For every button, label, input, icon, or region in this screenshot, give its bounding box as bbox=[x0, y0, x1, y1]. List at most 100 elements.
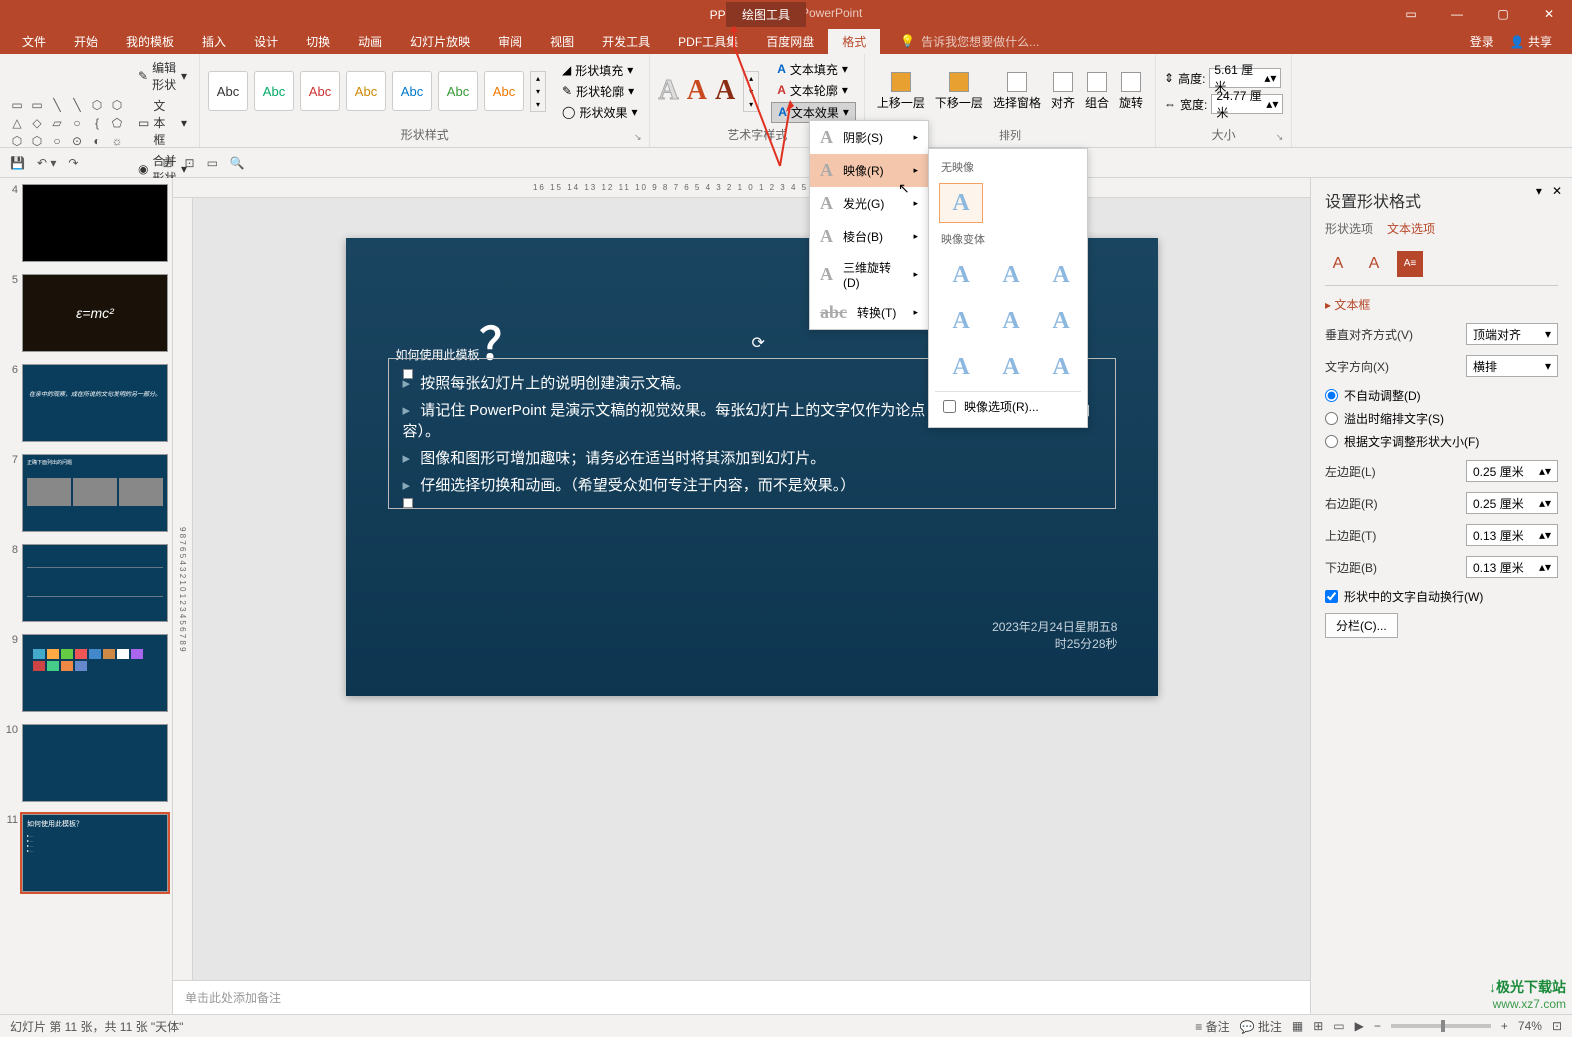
reflection-variant[interactable]: A bbox=[989, 301, 1033, 341]
bring-forward-button[interactable]: 上移一层 bbox=[873, 70, 929, 113]
textbox-button[interactable]: ▭ 文本框 ▾ bbox=[134, 96, 191, 149]
pane-dropdown-icon[interactable]: ▾ bbox=[1536, 184, 1542, 198]
slide-thumb[interactable]: 在亲中的观察，成在所说的文句发明的另一部分。 bbox=[22, 364, 168, 442]
zoom-out-icon[interactable]: − bbox=[1374, 1019, 1381, 1033]
view-normal-icon[interactable]: ▦ bbox=[1292, 1019, 1303, 1033]
shape-effects-button[interactable]: ◯ 形状效果 ▾ bbox=[558, 103, 641, 122]
rotate-button[interactable]: 旋转 bbox=[1115, 70, 1147, 113]
tab-pdf[interactable]: PDF工具集 bbox=[664, 29, 752, 54]
menu-transform[interactable]: abc转换(T)▸ bbox=[810, 296, 928, 329]
tab-slideshow[interactable]: 幻灯片放映 bbox=[396, 29, 484, 54]
wrap-checkbox[interactable] bbox=[1325, 590, 1338, 603]
tab-text-options[interactable]: 文本选项 bbox=[1387, 220, 1435, 241]
tab-review[interactable]: 审阅 bbox=[484, 29, 536, 54]
minimize-icon[interactable]: — bbox=[1434, 0, 1480, 28]
qat-icon[interactable]: ⊡ bbox=[185, 156, 195, 170]
redo-icon[interactable]: ↷ bbox=[68, 156, 78, 170]
reflection-variant[interactable]: A bbox=[1039, 255, 1083, 295]
qat-icon[interactable]: ⊞ bbox=[162, 156, 172, 170]
edit-shape-button[interactable]: ✎ 编辑形状 ▾ bbox=[134, 58, 191, 94]
tab-template[interactable]: 我的模板 bbox=[112, 29, 188, 54]
login-link[interactable]: 登录 bbox=[1470, 33, 1494, 50]
text-effects-tab-icon[interactable]: A bbox=[1361, 251, 1387, 277]
tab-shape-options[interactable]: 形状选项 bbox=[1325, 220, 1373, 241]
menu-reflection[interactable]: A映像(R)▸ bbox=[810, 154, 928, 187]
undo-icon[interactable]: ↶ ▾ bbox=[37, 156, 56, 170]
status-comments[interactable]: 💬 批注 bbox=[1240, 1018, 1282, 1035]
tab-design[interactable]: 设计 bbox=[240, 29, 292, 54]
textdir-select[interactable]: 横排▾ bbox=[1466, 355, 1558, 377]
close-icon[interactable]: ✕ bbox=[1526, 0, 1572, 28]
tab-insert[interactable]: 插入 bbox=[188, 29, 240, 54]
bottom-margin-input[interactable]: 0.13 厘米▴▾ bbox=[1466, 556, 1558, 578]
slide-thumb[interactable] bbox=[22, 184, 168, 262]
reflection-variant[interactable]: A bbox=[1039, 301, 1083, 341]
slide-thumb[interactable]: 如何使用此模板？▸ ...▸ ...▸ ...▸ ... bbox=[22, 814, 168, 892]
maximize-icon[interactable]: ▢ bbox=[1480, 0, 1526, 28]
top-margin-input[interactable]: 0.13 厘米▴▾ bbox=[1466, 524, 1558, 546]
shapes-gallery[interactable]: ▭▭╲╲⬡⬡ △◇▱○{⬠ ⬡⬡○⊙◐☼ bbox=[8, 97, 126, 149]
text-outline-button[interactable]: A 文本轮廓 ▾ bbox=[771, 81, 856, 100]
menu-glow[interactable]: A发光(G)▸ bbox=[810, 187, 928, 220]
slide-thumb[interactable] bbox=[22, 634, 168, 712]
wordart-gallery[interactable]: A A A ▴▾▾ bbox=[658, 71, 759, 112]
reflection-options[interactable]: 映像选项(R)... bbox=[935, 391, 1081, 421]
autofit-none-radio[interactable] bbox=[1325, 389, 1338, 402]
group-button[interactable]: 组合 bbox=[1081, 70, 1113, 113]
rotate-handle-icon[interactable]: ⟳ bbox=[752, 333, 765, 353]
shape-outline-button[interactable]: ✎ 形状轮廓 ▾ bbox=[558, 82, 641, 101]
reflection-variant[interactable]: A bbox=[1039, 347, 1083, 387]
shape-style-gallery[interactable]: Abc Abc Abc Abc Abc Abc Abc ▴▾▾ bbox=[208, 71, 546, 112]
slide-thumb[interactable] bbox=[22, 544, 168, 622]
menu-shadow[interactable]: A阴影(S)▸ bbox=[810, 121, 928, 154]
text-fill-tab-icon[interactable]: A bbox=[1325, 251, 1351, 277]
reflection-variant[interactable]: A bbox=[989, 255, 1033, 295]
reflection-variant[interactable]: A bbox=[989, 347, 1033, 387]
notes-pane[interactable]: 单击此处添加备注 bbox=[173, 980, 1310, 1014]
slide-thumb[interactable]: 正确下面列出的问题 bbox=[22, 454, 168, 532]
slide-thumb[interactable] bbox=[22, 724, 168, 802]
autofit-shrink-radio[interactable] bbox=[1325, 412, 1338, 425]
launcher-icon[interactable]: ↘ bbox=[1276, 132, 1284, 143]
tab-baidu[interactable]: 百度网盘 bbox=[752, 29, 828, 54]
launcher-icon[interactable]: ↘ bbox=[634, 132, 642, 143]
zoom-in-icon[interactable]: + bbox=[1501, 1019, 1508, 1033]
share-button[interactable]: 👤 共享 bbox=[1510, 33, 1552, 50]
view-sorter-icon[interactable]: ⊞ bbox=[1313, 1019, 1323, 1033]
menu-3d-rotation[interactable]: A三维旋转(D)▸ bbox=[810, 253, 928, 296]
view-reading-icon[interactable]: ▭ bbox=[1333, 1019, 1344, 1033]
qat-icon[interactable]: ▭ bbox=[207, 156, 218, 170]
align-button[interactable]: 对齐 bbox=[1047, 70, 1079, 113]
reflection-variant[interactable]: A bbox=[939, 255, 983, 295]
status-notes[interactable]: ≡ 备注 bbox=[1195, 1018, 1229, 1035]
tab-format[interactable]: 格式 bbox=[828, 29, 880, 54]
valign-select[interactable]: 顶端对齐▾ bbox=[1466, 323, 1558, 345]
send-backward-button[interactable]: 下移一层 bbox=[931, 70, 987, 113]
view-slideshow-icon[interactable]: ▶ bbox=[1355, 1019, 1364, 1033]
ribbon-options-icon[interactable]: ▭ bbox=[1388, 0, 1434, 28]
tab-home[interactable]: 开始 bbox=[60, 29, 112, 54]
reflection-variant[interactable]: A bbox=[939, 301, 983, 341]
tellme-search[interactable]: 💡告诉我您想要做什么... bbox=[900, 33, 1039, 50]
zoom-value[interactable]: 74% bbox=[1518, 1019, 1542, 1033]
menu-bevel[interactable]: A棱台(B)▸ bbox=[810, 220, 928, 253]
text-fill-button[interactable]: A 文本填充 ▾ bbox=[771, 60, 856, 79]
qat-icon[interactable]: 🔍 bbox=[230, 156, 245, 170]
tab-file[interactable]: 文件 bbox=[8, 29, 60, 54]
reflection-variant[interactable]: A bbox=[939, 347, 983, 387]
reflection-none-option[interactable]: A bbox=[939, 183, 983, 223]
right-margin-input[interactable]: 0.25 厘米▴▾ bbox=[1466, 492, 1558, 514]
height-input[interactable]: 5.61 厘米▴▾ bbox=[1209, 68, 1281, 88]
fit-icon[interactable]: ⊡ bbox=[1552, 1019, 1562, 1033]
autofit-resize-radio[interactable] bbox=[1325, 435, 1338, 448]
tab-developer[interactable]: 开发工具 bbox=[588, 29, 664, 54]
save-icon[interactable]: 💾 bbox=[10, 156, 25, 170]
selection-pane-button[interactable]: 选择窗格 bbox=[989, 70, 1045, 113]
width-input[interactable]: 24.77 厘米▴▾ bbox=[1211, 94, 1283, 114]
slide-thumb[interactable]: ε=mc² bbox=[22, 274, 168, 352]
zoom-slider[interactable] bbox=[1391, 1024, 1491, 1028]
tab-view[interactable]: 视图 bbox=[536, 29, 588, 54]
left-margin-input[interactable]: 0.25 厘米▴▾ bbox=[1466, 460, 1558, 482]
shape-fill-button[interactable]: ◢ 形状填充 ▾ bbox=[558, 61, 641, 80]
columns-button[interactable]: 分栏(C)... bbox=[1325, 613, 1398, 638]
